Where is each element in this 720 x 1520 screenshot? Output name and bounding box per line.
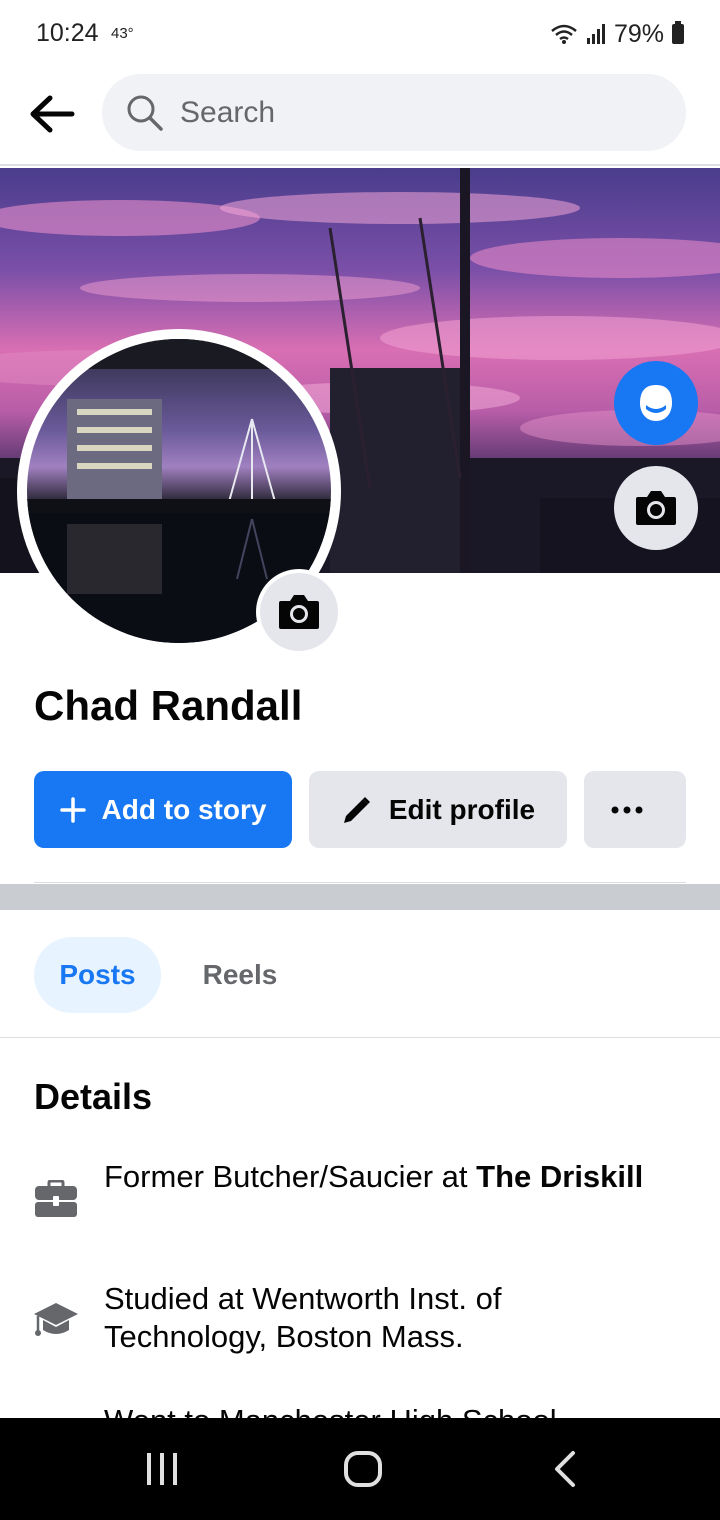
system-nav-bar <box>0 1418 720 1520</box>
camera-icon <box>636 491 676 525</box>
graduation-cap-icon <box>33 1298 79 1344</box>
camera-icon <box>279 595 319 629</box>
profile-tabs: Posts Reels <box>0 910 720 1038</box>
tab-reels-label: Reels <box>202 959 278 990</box>
search-icon <box>127 95 163 131</box>
detail-highschool-text: Went to Manchester High School <box>104 1402 664 1418</box>
wifi-icon <box>551 24 577 44</box>
home-button[interactable] <box>323 1438 403 1500</box>
chevron-left-icon <box>555 1451 575 1487</box>
detail-work-text: Former Butcher/Saucier at The Driskill <box>104 1158 664 1196</box>
nav-back-button[interactable] <box>525 1438 605 1500</box>
back-button[interactable] <box>24 88 80 140</box>
detail-work-prefix: Former Butcher/Saucier at <box>104 1159 477 1194</box>
signal-icon <box>586 24 605 44</box>
tab-posts-label: Posts <box>59 959 136 990</box>
detail-education-text: Studied at Wentworth Inst. of Technology… <box>104 1281 502 1354</box>
briefcase-icon <box>33 1176 79 1222</box>
pencil-icon <box>343 796 370 823</box>
status-bar: 10:24 43° 79% <box>0 0 720 66</box>
battery-icon <box>672 21 684 44</box>
section-divider <box>0 884 720 910</box>
add-to-story-label: Add to story <box>101 793 267 825</box>
back-arrow-icon <box>30 95 75 133</box>
edit-profile-picture-button[interactable] <box>256 569 342 655</box>
recent-apps-button[interactable] <box>122 1438 202 1500</box>
edit-profile-button[interactable]: Edit profile <box>309 771 567 848</box>
tab-posts[interactable]: Posts <box>34 937 161 1013</box>
avatar-button[interactable] <box>614 361 698 445</box>
plus-icon <box>59 796 86 823</box>
tab-reels[interactable]: Reels <box>178 937 302 1013</box>
more-dots-icon <box>611 806 643 813</box>
profile-actions: Add to story Edit profile <box>34 771 686 848</box>
recent-apps-icon <box>147 1453 177 1485</box>
profile-name: Chad Randall <box>34 682 303 729</box>
battery-percent: 79% <box>613 19 664 48</box>
more-options-button[interactable] <box>584 771 686 848</box>
detail-item-highschool[interactable]: Went to Manchester High School <box>0 1402 720 1418</box>
top-bar: Search <box>0 70 720 166</box>
divider <box>34 882 686 883</box>
edit-cover-button[interactable] <box>614 466 698 550</box>
home-icon <box>344 1451 382 1487</box>
search-input[interactable]: Search <box>102 74 686 151</box>
details-title: Details <box>34 1076 153 1117</box>
detail-work-employer[interactable]: The Driskill <box>476 1159 643 1194</box>
status-temperature: 43° <box>111 25 134 42</box>
add-to-story-button[interactable]: Add to story <box>34 771 292 848</box>
status-time: 10:24 <box>36 19 99 47</box>
status-indicators: 79% <box>550 19 684 49</box>
avatar-icon <box>640 385 672 421</box>
search-placeholder: Search <box>180 95 276 129</box>
edit-profile-label: Edit profile <box>388 793 536 825</box>
